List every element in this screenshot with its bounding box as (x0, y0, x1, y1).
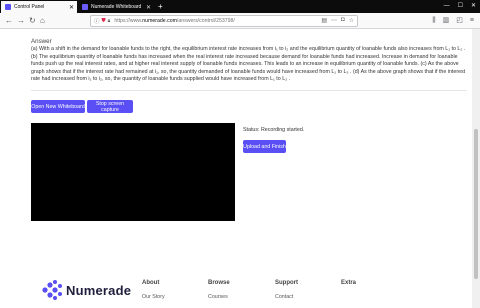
reload-icon[interactable]: ↻ (29, 16, 36, 26)
logo-text: Numerade (66, 282, 132, 298)
answer-text: (a) With a shift in the demand for loana… (31, 46, 466, 83)
window-controls: — ☐ ✕ (444, 1, 476, 12)
page-actions-icon[interactable]: ⋯ (331, 17, 337, 24)
scrollbar-thumb[interactable] (474, 129, 478, 279)
browser-nav-bar: ← → ↻ ⌂ ⓘ ⛊ 🔒︎ https://www.numerade.com/… (0, 13, 480, 29)
pocket-icon[interactable]: ◘ (341, 17, 345, 24)
info-icon[interactable]: ⓘ (94, 17, 100, 25)
library-icon[interactable]: ⫼ (432, 16, 435, 26)
browser-tab-bar: Control Panel ✕ Numerade Whiteboard ✕ + … (0, 0, 480, 13)
menu-icon[interactable]: ≡ (470, 16, 474, 26)
lock-icon: 🔒︎ (107, 18, 111, 24)
close-icon[interactable]: ✕ (69, 4, 74, 11)
url-prefix: https://www. (114, 18, 143, 24)
tab-numerade-whiteboard[interactable]: Numerade Whiteboard ✕ (78, 1, 154, 13)
recording-status: Status: Recording started. (243, 127, 305, 133)
bookmark-star-icon[interactable]: ☆ (349, 17, 354, 24)
stop-screen-capture-button[interactable]: Stop screen capture (87, 100, 133, 113)
footer-support-title: Support (275, 280, 298, 286)
screenshot-icon[interactable]: ◰ (456, 16, 463, 26)
footer-extra-title: Extra (341, 280, 357, 286)
close-icon[interactable]: ✕ (146, 4, 151, 11)
window-close-icon[interactable]: ✕ (471, 1, 476, 12)
footer-browse-title: Browse (208, 280, 230, 286)
url-actions: ▤ ⋯ ◘ ☆ (321, 17, 354, 24)
back-arrow-icon[interactable]: ← (5, 16, 13, 26)
footer-link-courses[interactable]: Courses (208, 294, 228, 300)
url-text: https://www.numerade.com/answers/control… (114, 18, 235, 24)
forward-arrow-icon[interactable]: → (17, 16, 25, 26)
footer-link-our-story[interactable]: Our Story (142, 294, 165, 300)
sidebar-icon[interactable]: ▥ (443, 16, 450, 26)
tab-label: Control Panel (14, 4, 45, 10)
answer-heading: Answer (31, 38, 52, 45)
vertical-scrollbar[interactable] (472, 29, 480, 308)
new-tab-plus-icon[interactable]: + (158, 1, 163, 12)
footer-link-contact[interactable]: Contact (275, 294, 293, 300)
upload-and-finish-button[interactable]: Upload and Finish (243, 140, 286, 153)
maximize-icon[interactable]: ☐ (458, 1, 463, 12)
page-content: Answer (a) With a shift in the demand fo… (0, 29, 472, 308)
numerade-favicon-icon (82, 4, 88, 10)
reader-view-icon[interactable]: ▤ (321, 17, 327, 24)
url-path: /answers/control/253798/ (176, 18, 235, 24)
numerade-logo-icon (42, 280, 62, 300)
screen-capture-preview (31, 123, 235, 221)
site-footer: Numerade About Our Story Browse Courses … (0, 265, 472, 308)
url-host: numerade.com (142, 18, 177, 24)
toolbar-right: ⫼ ▥ ◰ ≡ (432, 16, 474, 26)
footer-about-title: About (142, 280, 160, 286)
open-new-whiteboard-button[interactable]: Open New Whiteboard (31, 100, 85, 113)
numerade-logo[interactable]: Numerade (41, 279, 131, 301)
home-icon[interactable]: ⌂ (40, 16, 45, 26)
address-bar[interactable]: ⓘ ⛊ 🔒︎ https://www.numerade.com/answers/… (90, 15, 358, 27)
numerade-favicon-icon (5, 4, 11, 10)
tracking-shield-icon[interactable]: ⛊ (102, 18, 106, 25)
tab-control-panel[interactable]: Control Panel ✕ (1, 1, 77, 13)
tab-label: Numerade Whiteboard (91, 4, 142, 10)
minimize-icon[interactable]: — (444, 1, 450, 12)
divider (31, 90, 467, 91)
